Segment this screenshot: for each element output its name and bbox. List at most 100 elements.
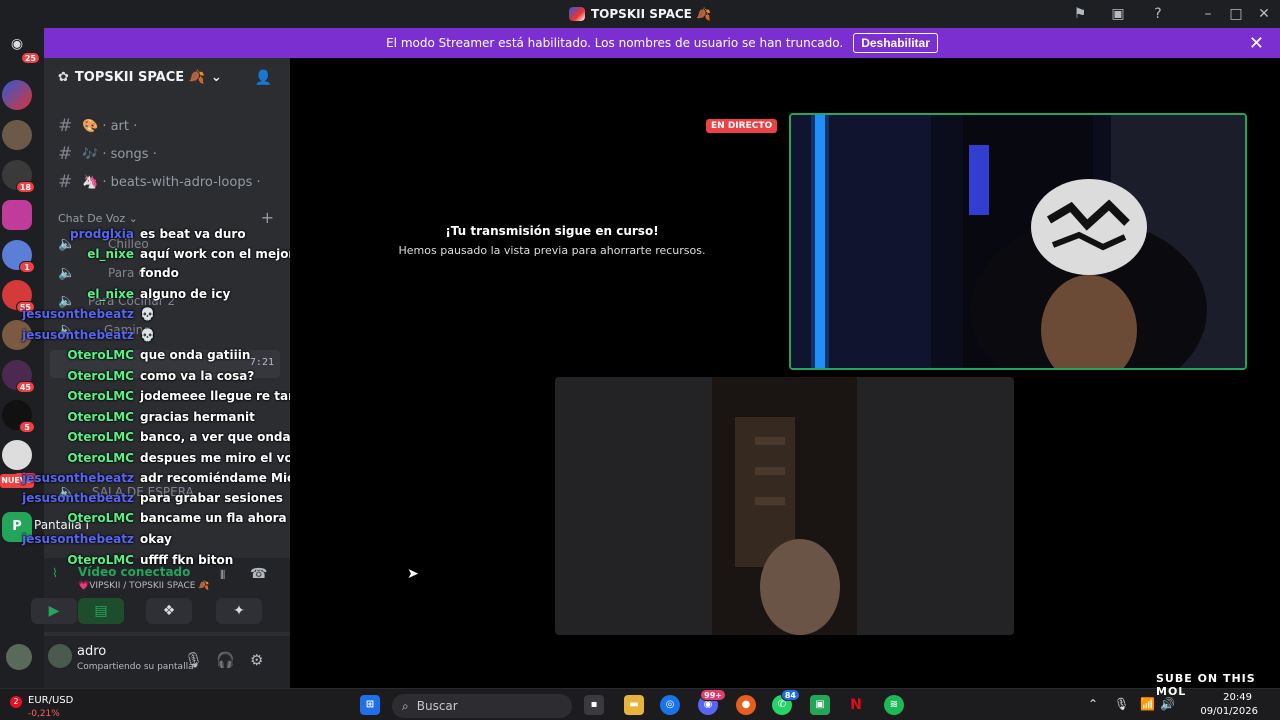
webcam-image [791,115,1245,368]
chat-username[interactable]: OteroLMC [0,369,134,383]
disconnect-icon[interactable]: ☎ [250,566,267,582]
headphones-icon[interactable]: 🎧 [216,651,235,669]
discord-home-icon[interactable]: ◉ 25 [4,36,40,64]
chat-text: gracias hermanit [140,410,255,424]
chrome-icon[interactable]: ◎ [660,695,680,715]
clock-date[interactable]: 09/01/2026 [1200,706,1258,717]
noise-suppression-icon[interactable]: ⦀ [220,568,225,583]
window-title-text: TOPSKII SPACE 🍂 [591,7,711,21]
server-badge: 18 [15,181,35,193]
chat-message: el_nixe alguno de icy [0,287,230,301]
chat-message: OteroLMC banco, a ver que onda [0,430,290,444]
add-channel-icon[interactable]: + [261,208,274,227]
whatsapp-icon[interactable]: ✆ 84 [772,689,800,715]
inbox-icon[interactable]: ▣ [1108,4,1128,24]
voice-channel-path[interactable]: 💗VIPSKII / TOPSKII SPACE 🍂 [78,581,210,591]
taskbar-search[interactable]: ⌕ Buscar [392,694,572,718]
chat-username[interactable]: prodglxia [0,227,134,241]
windows-start-icon[interactable]: ⊞ [360,695,380,715]
channel-label: 🎨 · art · [82,118,138,134]
app-icon[interactable]: ▣ [810,695,830,715]
disable-streamer-button[interactable]: Deshabilitar [853,33,938,53]
webcam-tile[interactable] [789,113,1247,370]
microphone-icon[interactable]: 🎙 [184,651,203,669]
chat-username[interactable]: OteroLMC [0,389,134,403]
chat-username[interactable] [0,266,134,280]
chevron-up-icon[interactable]: ⌃ [1088,697,1098,711]
close-icon[interactable]: ✕ [1249,33,1264,54]
stream-paused-title: ¡Tu transmisión sigue en curso! [445,224,659,238]
server-icon[interactable] [2,120,32,150]
server-icon[interactable] [2,200,32,230]
voice-category[interactable]: Chat De Voz ⌄ [58,212,138,225]
voice-connected-panel: ⌇ Vídeo conectado 💗VIPSKII / TOPSKII SPA… [31,558,290,632]
chat-username[interactable]: OteroLMC [0,430,134,444]
file-explorer-icon[interactable]: ▬ [624,695,644,715]
user-name: adro [77,644,107,659]
chat-text: despues me miro el vod [140,451,302,465]
chat-username[interactable]: OteroLMC [0,511,134,525]
whatsapp-badge: 84 [780,689,800,701]
chat-username[interactable]: jesusonthebeatz [0,328,134,342]
close-window-icon[interactable]: ✕ [1254,4,1274,24]
task-view-icon[interactable]: ▪ [584,695,604,715]
avatar[interactable] [6,644,32,670]
server-header[interactable]: ✿ TOPSKII SPACE 🍂 ⌄ [58,70,222,85]
mic-tray-icon[interactable]: 🎙 [1114,697,1129,711]
chat-text: uffff fkn biton [140,553,234,567]
flstudio-icon[interactable]: ● [736,695,756,715]
chat-username[interactable]: OteroLMC [0,410,134,424]
channel-songs[interactable]: # 🎶 · songs · [58,144,157,164]
streamer-mode-banner: El modo Streamer está habilitado. Los no… [44,28,1280,58]
mouse-cursor-icon: ➤ [407,566,419,582]
minimize-icon[interactable]: – [1198,4,1218,24]
voice-status: Vídeo conectado [78,565,191,579]
server-icon[interactable]: 18 [2,160,35,193]
wifi-icon[interactable]: 📶 [1140,697,1155,711]
chat-username[interactable]: jesusonthebeatz [0,532,134,546]
maximize-icon[interactable]: □ [1226,4,1246,24]
user-avatar[interactable] [48,644,72,668]
activities-button[interactable]: ❖ [146,598,192,624]
flag-icon[interactable]: ⚑ [1070,4,1090,24]
help-icon[interactable]: ? [1148,4,1168,24]
discord-badge: 99+ [700,689,726,701]
taskbar: 2 EUR/USD -0,21% ⊞ ⌕ Buscar ▪ ▬ ◎ ◉ 99+ … [0,688,1280,720]
channel-label: 🦄 · beats-with-adro-loops · [82,174,261,190]
server-icon-topskii[interactable] [2,80,32,110]
invite-icon[interactable]: 👤 [255,70,272,86]
chat-text: jodemeee llegue re tarde [140,389,311,403]
fx-change: -0,21% [28,709,60,719]
hash-icon: # [58,116,73,136]
chat-username[interactable]: jesusonthebeatz [0,471,134,485]
channel-art[interactable]: # 🎨 · art · [58,116,137,136]
chat-text: fondo [140,266,179,280]
chat-message: fondo [0,266,179,280]
volume-icon[interactable]: 🔊 [1160,697,1175,711]
settings-gear-icon[interactable]: ⚙ [250,651,263,669]
chat-username[interactable]: jesusonthebeatz [0,491,134,505]
chat-username[interactable]: OteroLMC [0,451,134,465]
screen-share-tile[interactable] [555,377,1014,635]
chat-text: okay [140,532,172,546]
netflix-icon[interactable]: N [846,695,866,715]
main-stage: EN DIRECTO ¡Tu transmisión sigue en curs… [290,58,1280,688]
chat-message: OteroLMC como va la cosa? [0,369,254,383]
chat-username[interactable]: OteroLMC [0,348,134,362]
fx-name[interactable]: EUR/USD [28,695,73,706]
camera-button[interactable]: ▶ [31,598,77,624]
spotify-icon[interactable]: ≋ [884,695,904,715]
user-panel: adro Compartiendo su pantalla 🎙 🎧 ⚙ [6,636,290,688]
channel-beats[interactable]: # 🦄 · beats-with-adro-loops · [58,172,261,192]
chat-username[interactable]: jesusonthebeatz [0,307,134,321]
signal-icon: ⌇ [52,566,58,580]
chat-username[interactable]: el_nixe [0,287,134,301]
share-screen-button[interactable]: ▤ [78,598,124,624]
chat-username[interactable]: OteroLMC [0,553,134,567]
server-logo-icon [569,7,585,21]
server-settings-icon: ✿ [58,70,69,85]
soundboard-button[interactable]: ✦ [216,598,262,624]
home-badge: 25 [20,52,40,64]
discord-icon[interactable]: ◉ 99+ [698,689,726,715]
chat-username[interactable]: el_nixe [0,247,134,261]
